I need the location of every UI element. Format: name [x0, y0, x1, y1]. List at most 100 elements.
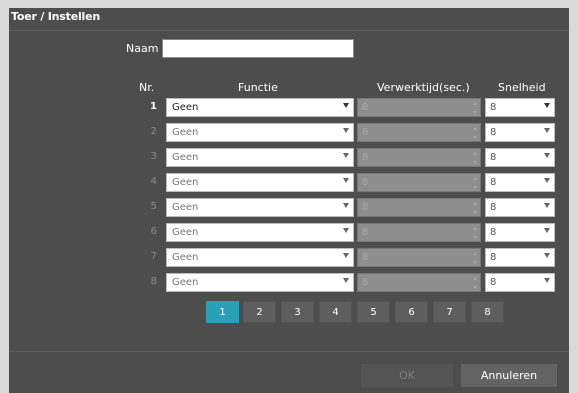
spinner-arrows-icon [471, 176, 479, 190]
time-spinner: 8 [357, 198, 481, 217]
page-button-6[interactable]: 6 [395, 301, 428, 323]
speed-select[interactable]: 8 [485, 223, 555, 242]
speed-select[interactable]: 8 [485, 198, 555, 217]
chevron-down-icon [544, 178, 550, 183]
row-number: 2 [150, 126, 157, 137]
row-number: 8 [150, 276, 157, 287]
speed-value: 8 [490, 227, 497, 238]
preset-row: 7 Geen 8 8 [9, 248, 569, 267]
ok-button[interactable]: OK [361, 364, 453, 387]
column-header-speed: Snelheid [498, 81, 546, 94]
column-header-nr: Nr. [139, 81, 155, 94]
page-button-1[interactable]: 1 [206, 301, 239, 323]
time-value: 8 [362, 277, 369, 288]
footer-divider [9, 351, 569, 352]
speed-value: 8 [490, 277, 497, 288]
preset-row: 3 Geen 8 8 [9, 148, 569, 167]
speed-select[interactable]: 8 [485, 248, 555, 267]
cancel-button[interactable]: Annuleren [461, 364, 557, 387]
function-select[interactable]: Geen [166, 223, 354, 242]
time-spinner: 8 [357, 148, 481, 167]
chevron-down-icon [343, 253, 349, 258]
preset-row: 1 Geen 8 8 [9, 98, 569, 117]
tour-settings-dialog: Toer / Instellen Naam Nr. Functie Verwer… [9, 8, 569, 393]
preset-row: 6 Geen 8 8 [9, 223, 569, 242]
speed-value: 8 [490, 202, 497, 213]
chevron-down-icon [544, 103, 550, 108]
spinner-arrows-icon [471, 101, 479, 115]
time-value: 8 [362, 152, 369, 163]
preset-row: 5 Geen 8 8 [9, 198, 569, 217]
chevron-down-icon [343, 228, 349, 233]
function-value: Geen [172, 202, 199, 213]
chevron-down-icon [544, 228, 550, 233]
preset-row: 8 Geen 8 8 [9, 273, 569, 292]
spinner-arrows-icon [471, 251, 479, 265]
chevron-down-icon [343, 178, 349, 183]
column-header-function: Functie [238, 81, 278, 94]
speed-value: 8 [490, 177, 497, 188]
function-select[interactable]: Geen [166, 98, 354, 117]
row-number: 6 [150, 226, 157, 237]
page-button-7[interactable]: 7 [433, 301, 466, 323]
row-number: 3 [150, 151, 157, 162]
page-button-5[interactable]: 5 [357, 301, 390, 323]
function-select[interactable]: Geen [166, 173, 354, 192]
time-value: 8 [362, 252, 369, 263]
speed-select[interactable]: 8 [485, 273, 555, 292]
function-value: Geen [172, 252, 199, 263]
chevron-down-icon [343, 103, 349, 108]
name-input[interactable] [162, 39, 354, 58]
speed-value: 8 [490, 152, 497, 163]
speed-select[interactable]: 8 [485, 148, 555, 167]
function-select[interactable]: Geen [166, 198, 354, 217]
speed-select[interactable]: 8 [485, 123, 555, 142]
row-number: 1 [150, 101, 157, 112]
speed-value: 8 [490, 102, 497, 113]
speed-value: 8 [490, 252, 497, 263]
dialog-title: Toer / Instellen [11, 10, 100, 23]
spinner-arrows-icon [471, 201, 479, 215]
row-number: 4 [150, 176, 157, 187]
function-value: Geen [172, 177, 199, 188]
time-value: 8 [362, 127, 369, 138]
name-label: Naam [126, 42, 159, 55]
speed-select[interactable]: 8 [485, 173, 555, 192]
time-spinner: 8 [357, 248, 481, 267]
spinner-arrows-icon [471, 226, 479, 240]
time-spinner: 8 [357, 273, 481, 292]
time-spinner: 8 [357, 173, 481, 192]
function-select[interactable]: Geen [166, 148, 354, 167]
chevron-down-icon [544, 278, 550, 283]
page-button-8[interactable]: 8 [471, 301, 504, 323]
function-value: Geen [172, 127, 199, 138]
chevron-down-icon [544, 128, 550, 133]
function-select[interactable]: Geen [166, 123, 354, 142]
spinner-arrows-icon [471, 126, 479, 140]
function-select[interactable]: Geen [166, 248, 354, 267]
page-button-3[interactable]: 3 [281, 301, 314, 323]
function-select[interactable]: Geen [166, 273, 354, 292]
time-value: 8 [362, 227, 369, 238]
page-button-2[interactable]: 2 [243, 301, 276, 323]
speed-select[interactable]: 8 [485, 98, 555, 117]
time-spinner: 8 [357, 98, 481, 117]
function-value: Geen [172, 102, 199, 113]
time-spinner: 8 [357, 123, 481, 142]
speed-value: 8 [490, 127, 497, 138]
row-number: 5 [150, 201, 157, 212]
time-value: 8 [362, 202, 369, 213]
spinner-arrows-icon [471, 151, 479, 165]
spinner-arrows-icon [471, 276, 479, 290]
chevron-down-icon [544, 153, 550, 158]
time-value: 8 [362, 177, 369, 188]
chevron-down-icon [343, 278, 349, 283]
preset-row: 2 Geen 8 8 [9, 123, 569, 142]
chevron-down-icon [343, 128, 349, 133]
time-value: 8 [362, 102, 369, 113]
page-button-4[interactable]: 4 [319, 301, 352, 323]
chevron-down-icon [544, 253, 550, 258]
time-spinner: 8 [357, 223, 481, 242]
function-value: Geen [172, 277, 199, 288]
preset-row: 4 Geen 8 8 [9, 173, 569, 192]
